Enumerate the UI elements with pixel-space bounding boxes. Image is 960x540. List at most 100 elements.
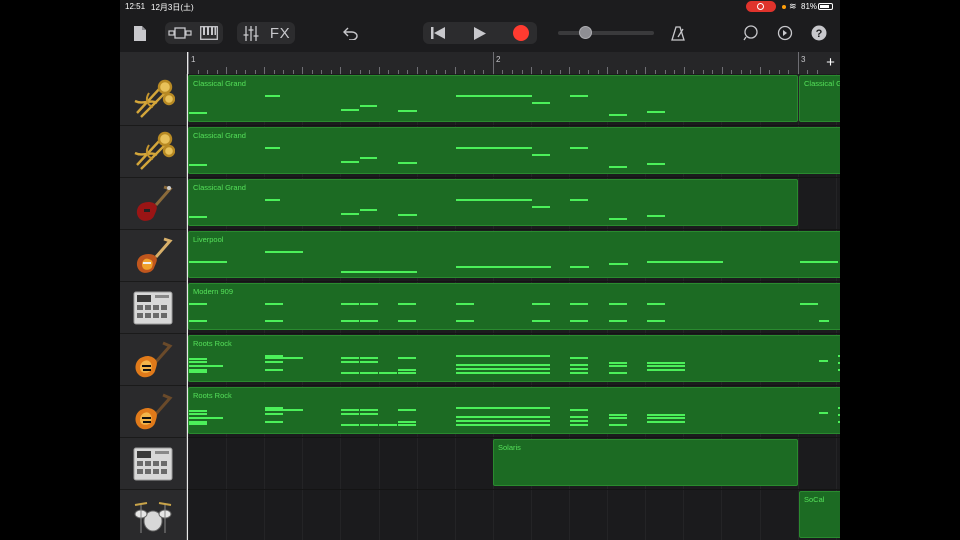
track-header-drum-machine[interactable] — [120, 438, 186, 490]
master-volume-track[interactable] — [558, 31, 654, 35]
undo-icon[interactable] — [339, 23, 361, 43]
fx-button[interactable]: FX — [268, 23, 292, 43]
midi-note — [189, 423, 207, 425]
loop-icon[interactable] — [740, 23, 762, 43]
track-header-brass[interactable] — [120, 74, 186, 126]
region[interactable]: Classical Grand — [188, 179, 798, 226]
midi-note — [398, 409, 416, 411]
midi-note — [189, 365, 223, 367]
ruler-tick — [340, 67, 342, 74]
ruler-tick — [454, 67, 456, 74]
region[interactable]: Roots Rock — [188, 335, 840, 382]
add-section-button[interactable]: + — [821, 52, 840, 74]
region[interactable]: Liverpool — [188, 231, 840, 278]
playhead[interactable] — [187, 52, 188, 540]
track-header-bass[interactable] — [120, 230, 186, 282]
region-name: Classical Grand — [193, 183, 246, 192]
midi-note — [265, 95, 280, 97]
ruler-tick — [226, 67, 228, 74]
track-lane[interactable]: Roots Rock — [188, 386, 840, 438]
track-header-bass[interactable] — [120, 178, 186, 230]
midi-note — [398, 303, 416, 305]
metronome-icon[interactable] — [667, 23, 689, 43]
midi-note — [189, 303, 207, 305]
record-button[interactable] — [513, 25, 529, 41]
master-volume-knob[interactable] — [579, 26, 592, 39]
region[interactable]: Classical Grand — [799, 75, 840, 122]
help-icon[interactable]: ? — [808, 23, 830, 43]
track-header-brass[interactable] — [120, 126, 186, 178]
ruler-tick — [531, 67, 533, 74]
midi-note — [819, 412, 828, 414]
guitar-icon — [131, 391, 175, 433]
track-lane[interactable]: Classical Grand — [188, 126, 840, 178]
midi-note — [360, 303, 378, 305]
midi-note — [570, 409, 588, 411]
midi-note — [265, 251, 303, 253]
track-header-drum-kit[interactable] — [120, 490, 186, 540]
midi-note — [341, 320, 359, 322]
track-view-icon[interactable] — [167, 23, 193, 43]
region[interactable]: Classical Grand — [188, 127, 840, 174]
midi-note — [341, 109, 359, 111]
region-name: SoCal — [804, 495, 825, 504]
midi-note — [265, 357, 303, 359]
keyboard-icon[interactable] — [197, 23, 221, 43]
midi-note — [189, 261, 227, 263]
track-header-drum-machine[interactable] — [120, 282, 186, 334]
track-lane[interactable]: Classical Grand — [188, 178, 840, 230]
region[interactable]: Roots Rock — [188, 387, 840, 434]
battery-icon — [818, 3, 833, 10]
midi-note — [398, 214, 417, 216]
track-lane[interactable]: Modern 909 — [188, 282, 840, 334]
rewind-icon[interactable] — [426, 23, 450, 43]
bar-number: 1 — [191, 55, 196, 64]
midi-note — [379, 424, 397, 426]
region[interactable]: Modern 909 — [188, 283, 840, 330]
midi-note — [609, 424, 627, 426]
track-lane[interactable]: Classical Grand Classical Grand — [188, 74, 840, 126]
midi-note — [532, 303, 550, 305]
midi-note — [570, 303, 588, 305]
midi-note — [360, 105, 377, 107]
region[interactable]: Solaris — [493, 439, 798, 486]
midi-note — [341, 213, 359, 215]
midi-note — [647, 421, 685, 423]
midi-note — [609, 320, 627, 322]
ruler-tick — [797, 52, 799, 74]
midi-note — [647, 303, 665, 305]
track-lane[interactable]: Solaris — [188, 438, 840, 490]
document-icon[interactable] — [130, 23, 150, 43]
midi-note — [647, 414, 685, 416]
midi-note — [456, 95, 532, 97]
midi-note — [609, 362, 627, 364]
midi-note — [379, 271, 417, 273]
region-name: Liverpool — [193, 235, 224, 244]
settings-icon[interactable] — [774, 23, 796, 43]
timeline-ruler[interactable]: 1 2 3 — [188, 52, 840, 75]
track-header-electric-guitar[interactable] — [120, 386, 186, 438]
midi-note — [456, 364, 532, 366]
play-icon[interactable] — [468, 23, 492, 43]
midi-note — [838, 407, 840, 409]
region[interactable]: SoCal — [799, 491, 840, 538]
ruler-tick — [416, 67, 418, 74]
beat-gridline — [340, 438, 342, 489]
screen-recording-icon[interactable] — [746, 1, 776, 12]
track-lane[interactable]: Liverpool — [188, 230, 840, 282]
region[interactable]: Classical Grand — [188, 75, 798, 122]
track-header-electric-guitar[interactable] — [120, 334, 186, 386]
beat-gridline — [264, 490, 266, 540]
midi-note — [189, 413, 207, 415]
midi-note — [265, 409, 303, 411]
beat-gridline — [683, 490, 685, 540]
beat-gridline — [416, 490, 418, 540]
mixer-icon[interactable] — [240, 23, 262, 43]
midi-note — [341, 303, 359, 305]
midi-note — [360, 424, 378, 426]
midi-note — [609, 303, 627, 305]
track-lane[interactable]: Roots Rock — [188, 334, 840, 386]
midi-note — [265, 320, 283, 322]
region-name: Roots Rock — [193, 391, 232, 400]
track-lane[interactable]: SoCal — [188, 490, 840, 540]
